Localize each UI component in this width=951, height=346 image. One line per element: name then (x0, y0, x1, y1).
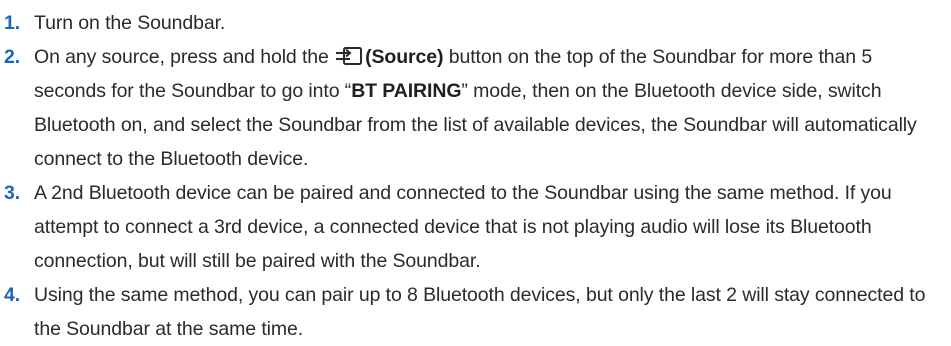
step-text: A 2nd Bluetooth device can be paired and… (34, 182, 892, 272)
step-3: 3. A 2nd Bluetooth device can be paired … (0, 176, 951, 278)
source-button-label: (Source) (365, 46, 444, 68)
bt-pairing-mode-label: BT PAIRING (351, 80, 462, 102)
step-4: 4. Using the same method, you can pair u… (0, 278, 951, 346)
step-text: Using the same method, you can pair up t… (34, 284, 926, 340)
step-number: 3. (4, 182, 21, 204)
step-2: 2. On any source, press and hold the (So… (0, 40, 951, 176)
step-text-intro: On any source, press and hold the (34, 46, 335, 68)
step-number: 2. (4, 46, 21, 68)
step-number: 4. (4, 284, 21, 306)
instruction-steps: 1. Turn on the Soundbar. 2. On any sourc… (0, 0, 951, 346)
step-number: 1. (4, 12, 21, 34)
step-1: 1. Turn on the Soundbar. (0, 6, 951, 40)
step-text: Turn on the Soundbar. (34, 12, 226, 34)
source-input-icon (335, 44, 363, 66)
